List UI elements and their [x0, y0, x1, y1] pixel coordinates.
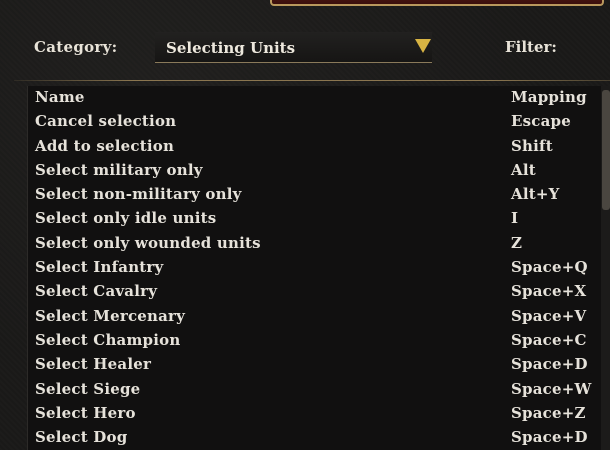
row-mapping[interactable]: Space+D — [511, 355, 588, 373]
row-name: Select Cavalry — [35, 282, 158, 301]
row-mapping[interactable]: Space+Q — [511, 258, 588, 276]
table-row[interactable]: Select only idle units I — [28, 207, 610, 231]
row-mapping[interactable]: I — [511, 209, 518, 227]
dropdown-arrow-icon[interactable] — [415, 39, 431, 53]
hotkey-table: Name Mapping Cancel selection Escape Add… — [27, 86, 610, 450]
row-name: Select non-military only — [35, 185, 242, 204]
row-name: Select only wounded units — [35, 233, 261, 252]
filter-label: Filter: — [505, 38, 557, 56]
table-row[interactable]: Select non-military only Alt+Y — [28, 183, 610, 207]
row-mapping[interactable]: Space+W — [511, 380, 592, 398]
category-dropdown-value: Selecting Units — [166, 39, 296, 57]
top-header-ornament: ❦ ❦ — [270, 0, 604, 6]
category-label: Category: — [34, 38, 118, 56]
row-name: Select Champion — [35, 330, 181, 349]
table-row[interactable]: Select Hero Space+Z — [28, 402, 610, 426]
table-row[interactable]: Select Infantry Space+Q — [28, 256, 610, 280]
column-header-name[interactable]: Name — [35, 88, 85, 106]
row-name: Select Healer — [35, 355, 152, 374]
table-row[interactable]: Select only wounded units Z — [28, 232, 610, 256]
table-row[interactable]: Add to selection Shift — [28, 135, 610, 159]
row-name: Select Siege — [35, 379, 141, 398]
row-name: Select only idle units — [35, 209, 217, 228]
table-header-row[interactable]: Name Mapping — [28, 86, 610, 110]
table-row[interactable]: Select Champion Space+C — [28, 329, 610, 353]
table-row[interactable]: Select Dog Space+D — [28, 426, 610, 450]
scrollbar-thumb[interactable] — [602, 90, 610, 210]
column-header-mapping[interactable]: Mapping — [511, 88, 587, 106]
category-dropdown[interactable]: Selecting Units — [155, 32, 432, 63]
table-row[interactable]: Select Mercenary Space+V — [28, 305, 610, 329]
row-name: Select Dog — [35, 428, 128, 447]
row-mapping[interactable]: Escape — [511, 112, 571, 130]
row-mapping[interactable]: Shift — [511, 137, 553, 155]
table-row[interactable]: Select Siege Space+W — [28, 378, 610, 402]
row-mapping[interactable]: Alt — [511, 161, 536, 179]
row-mapping[interactable]: Space+D — [511, 428, 588, 446]
row-name: Add to selection — [35, 136, 175, 155]
row-mapping[interactable]: Space+V — [511, 307, 586, 325]
table-row[interactable]: Cancel selection Escape — [28, 110, 610, 134]
row-name: Select Hero — [35, 403, 136, 422]
table-row[interactable]: Select military only Alt — [28, 159, 610, 183]
row-name: Cancel selection — [35, 112, 177, 131]
table-scrollbar[interactable] — [601, 86, 610, 450]
row-name: Select Infantry — [35, 258, 164, 277]
row-mapping[interactable]: Z — [511, 234, 522, 252]
row-mapping[interactable]: Space+X — [511, 282, 586, 300]
hotkey-settings-screen: ❦ ❦ Category: Selecting Units Filter: Na… — [0, 0, 610, 450]
row-mapping[interactable]: Space+C — [511, 331, 587, 349]
row-mapping[interactable]: Space+Z — [511, 404, 586, 422]
row-name: Select Mercenary — [35, 306, 186, 325]
row-mapping[interactable]: Alt+Y — [511, 185, 560, 203]
header-separator — [14, 80, 610, 81]
table-row[interactable]: Select Cavalry Space+X — [28, 280, 610, 304]
row-name: Select military only — [35, 160, 203, 179]
table-row[interactable]: Select Healer Space+D — [28, 353, 610, 377]
